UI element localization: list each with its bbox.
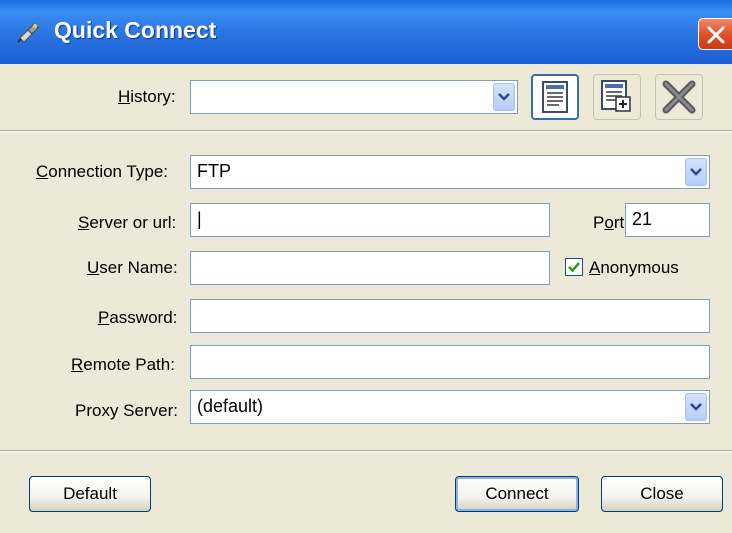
add-to-history-button[interactable] <box>593 74 641 120</box>
history-dropdown-button[interactable] <box>493 83 515 111</box>
port-input[interactable]: 21 <box>625 203 710 237</box>
connection-type-label: Connection Type: <box>36 162 169 181</box>
user-name-label: User Name: <box>87 258 178 277</box>
history-list-button[interactable] <box>531 74 579 120</box>
anonymous-label[interactable]: Anonymous <box>589 258 679 278</box>
connection-type-select[interactable]: FTP <box>190 155 710 189</box>
history-label: History: <box>118 87 176 106</box>
anonymous-checkbox[interactable] <box>565 258 583 276</box>
button-bar: Default Connect Close <box>0 452 732 533</box>
server-url-label: Server or url: <box>78 213 177 232</box>
password-input[interactable] <box>190 299 710 333</box>
port-value: 21 <box>632 209 653 229</box>
proxy-server-value: (default) <box>197 396 264 416</box>
port-label: Port <box>593 213 625 232</box>
history-divider <box>0 130 732 132</box>
close-button[interactable]: Close <box>601 476 723 512</box>
remote-path-label: Remote Path: <box>71 355 175 374</box>
password-label: Password: <box>98 308 178 327</box>
user-name-input[interactable] <box>190 251 550 285</box>
proxy-server-label: Proxy Server: <box>75 401 178 420</box>
text-cursor: | <box>197 209 202 229</box>
proxy-server-select[interactable]: (default) <box>190 390 710 424</box>
history-section: History: <box>0 64 732 130</box>
plug-icon <box>14 18 42 46</box>
close-window-button[interactable] <box>698 18 732 50</box>
quick-connect-dialog: Quick Connect History: Connection Type: … <box>0 0 732 533</box>
window-title: Quick Connect <box>54 17 217 43</box>
delete-history-button[interactable] <box>655 74 703 120</box>
connection-type-value: FTP <box>197 161 231 181</box>
proxy-server-dropdown-button[interactable] <box>685 393 707 421</box>
server-url-input[interactable]: | <box>190 203 550 237</box>
default-button[interactable]: Default <box>29 476 151 512</box>
title-bar[interactable]: Quick Connect <box>0 0 732 64</box>
remote-path-input[interactable] <box>190 345 710 379</box>
history-combobox[interactable] <box>190 80 518 114</box>
connection-type-dropdown-button[interactable] <box>685 158 707 186</box>
connect-button[interactable]: Connect <box>455 476 579 512</box>
